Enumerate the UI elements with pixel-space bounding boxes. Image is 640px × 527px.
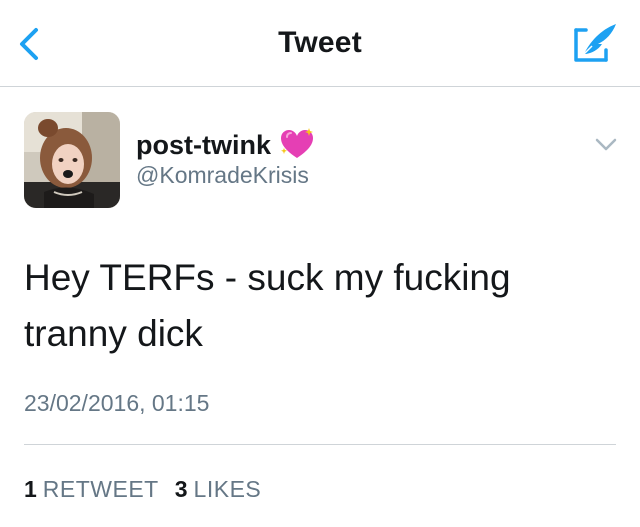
tweet-text-line: Hey TERFs - suck my fucking	[24, 257, 511, 298]
sparkling-heart-icon	[279, 128, 315, 162]
tweet-stats: 1 RETWEET 3 LIKES	[24, 476, 261, 503]
retweets-count: 1	[24, 476, 37, 502]
retweets-stat[interactable]: 1 RETWEET	[24, 476, 159, 503]
chevron-down-icon	[595, 138, 617, 151]
likes-stat[interactable]: 3 LIKES	[175, 476, 262, 503]
likes-count: 3	[174, 476, 188, 502]
retweets-label: RETWEET	[42, 476, 159, 502]
compose-tweet-button[interactable]	[570, 20, 620, 66]
display-name-text: post-twink	[136, 129, 271, 160]
author-handle[interactable]: @KomradeKrisis	[136, 162, 309, 189]
divider	[24, 444, 616, 445]
author-display-name[interactable]: post-twink	[136, 128, 315, 162]
profile-photo	[24, 112, 120, 208]
avatar[interactable]	[24, 112, 120, 208]
tweet-text-line: tranny dick	[24, 313, 203, 354]
compose-tweet-icon	[574, 24, 616, 62]
nav-bar: Tweet	[0, 0, 640, 87]
page-title: Tweet	[278, 26, 362, 59]
more-options-button[interactable]	[594, 136, 618, 154]
tweet-text: Hey TERFs - suck my fucking tranny dick	[24, 250, 614, 362]
tweet-timestamp: 23/02/2016, 01:15	[24, 390, 210, 416]
likes-label: LIKES	[193, 476, 262, 502]
